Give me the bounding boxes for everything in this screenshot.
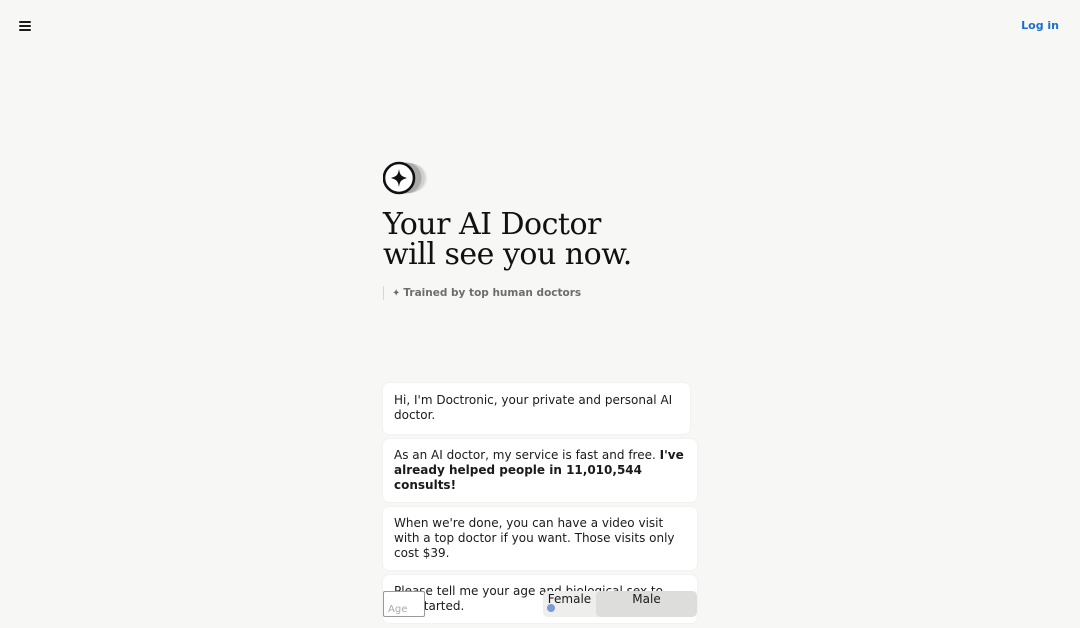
top-bar: Log in bbox=[0, 0, 1080, 54]
headline-line-1: Your AI Doctor bbox=[383, 207, 601, 242]
tagline: ✦ Trained by top human doctors bbox=[383, 286, 703, 300]
login-link[interactable]: Log in bbox=[1021, 19, 1059, 32]
chat-message: When we're done, you can have a video vi… bbox=[383, 507, 697, 570]
chat-message: Hi, I'm Doctronic, your private and pers… bbox=[383, 383, 690, 434]
radio-icon bbox=[547, 604, 555, 612]
sparkle-icon: ✦ bbox=[392, 287, 401, 299]
chat-message: As an AI doctor, my service is fast and … bbox=[383, 439, 697, 502]
page-headline: Your AI Doctor will see you now. bbox=[383, 210, 703, 270]
hero-section: Your AI Doctor will see you now. ✦ Train… bbox=[383, 160, 703, 300]
headline-line-2: will see you now. bbox=[383, 237, 632, 272]
tagline-text: Trained by top human doctors bbox=[403, 287, 582, 299]
age-input[interactable]: Age bbox=[383, 591, 425, 617]
sparkle-star-circle-logo bbox=[383, 160, 435, 198]
sex-toggle: Female Male bbox=[543, 591, 697, 617]
sex-option-female[interactable]: Female bbox=[543, 591, 596, 617]
hamburger-menu-icon[interactable] bbox=[18, 19, 32, 33]
sex-option-male[interactable]: Male bbox=[596, 591, 697, 617]
answer-row: Age Female Male bbox=[383, 591, 697, 621]
